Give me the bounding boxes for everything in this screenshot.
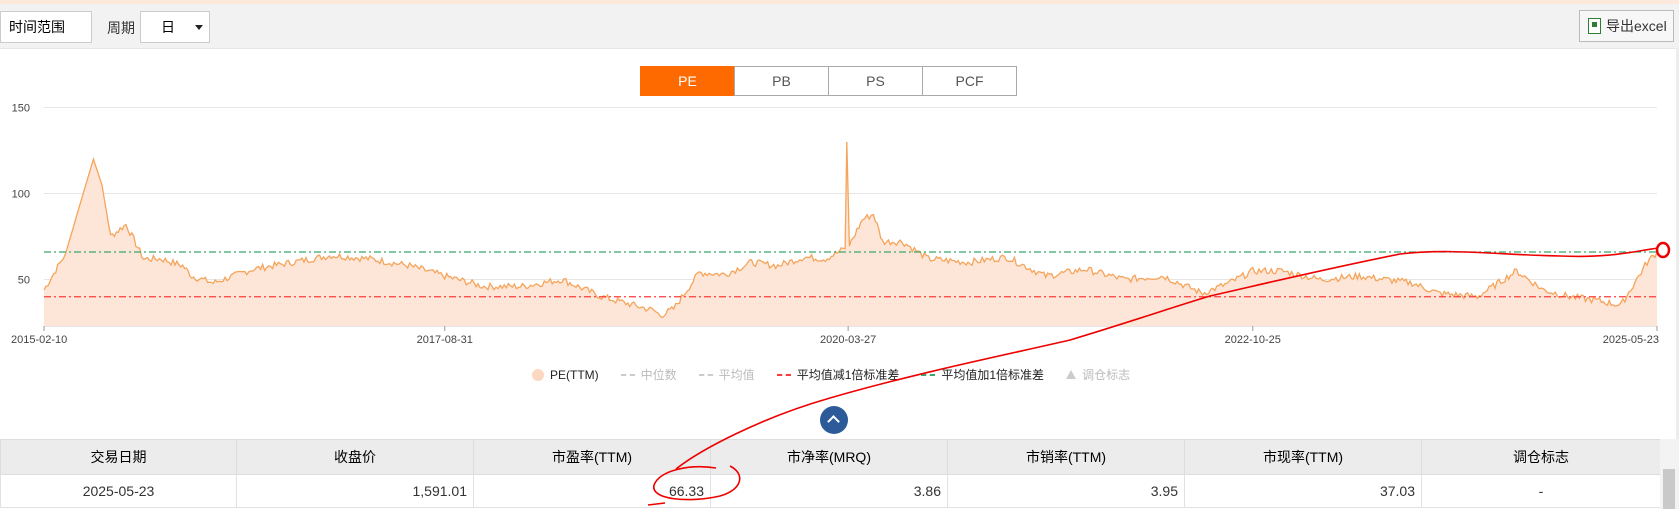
table-cell-pcf: 37.03 <box>1184 474 1422 508</box>
pe-area <box>44 141 1657 326</box>
x-tick-label: 2025-05-23 <box>1603 334 1659 346</box>
legend-item-median[interactable]: 中位数 <box>620 366 677 383</box>
triangle-icon <box>1066 370 1077 379</box>
x-tick-label: 2020-03-27 <box>820 334 876 346</box>
legend-item-pe-ttm[interactable]: PE(TTM) <box>532 368 599 382</box>
column-header[interactable]: 市销率(TTM) <box>947 439 1185 475</box>
legend-item-mean[interactable]: 平均值 <box>698 366 755 383</box>
legend-label: 平均值 <box>718 368 755 382</box>
table-cell-pb: 3.86 <box>710 474 948 508</box>
legend-dash-icon <box>698 373 713 376</box>
y-tick-label: 100 <box>12 188 30 200</box>
legend-dash-icon <box>921 373 936 376</box>
column-header[interactable]: 调仓标志 <box>1421 439 1661 475</box>
legend-dash-icon <box>620 373 635 376</box>
legend-label: 平均值减1倍标准差 <box>796 368 900 382</box>
column-header[interactable]: 市净率(MRQ) <box>710 439 948 475</box>
chart-legend: PE(TTM) 中位数 平均值 平均值减1倍标准差 平均值加1倍标准差 调仓标志 <box>532 366 1152 383</box>
table-cell-ps: 3.95 <box>947 474 1185 508</box>
legend-dash-icon <box>776 373 791 376</box>
table-cell-pe: 66.33 <box>473 474 711 508</box>
x-tick-label: 2015-02-10 <box>11 334 67 346</box>
table-row: 2025-05-23 1,591.01 66.33 3.86 3.95 37.0… <box>0 474 1661 508</box>
table-header-row: 交易日期 收盘价 市盈率(TTM) 市净率(MRQ) 市销率(TTM) 市现率(… <box>0 439 1661 475</box>
column-header[interactable]: 收盘价 <box>236 439 474 475</box>
legend-item-mean-plus-sd[interactable]: 平均值加1倍标准差 <box>921 366 1044 383</box>
collapse-chevron-up-button[interactable] <box>820 406 848 434</box>
legend-item-mean-minus-sd[interactable]: 平均值减1倍标准差 <box>776 366 900 383</box>
column-header[interactable]: 市盈率(TTM) <box>473 439 711 475</box>
legend-item-rebalance[interactable]: 调仓标志 <box>1066 366 1130 383</box>
table-cell-date: 2025-05-23 <box>0 474 237 508</box>
x-tick-label: 2022-10-25 <box>1225 334 1281 346</box>
column-header[interactable]: 交易日期 <box>0 439 237 475</box>
legend-label: PE(TTM) <box>550 367 599 382</box>
scrollbar-thumb[interactable] <box>1663 469 1675 509</box>
column-header[interactable]: 市现率(TTM) <box>1184 439 1422 475</box>
legend-dot-icon <box>532 368 544 381</box>
x-tick-label: 2017-08-31 <box>417 334 473 346</box>
table-cell-close: 1,591.01 <box>236 474 474 508</box>
table-scrollbar[interactable] <box>1660 439 1679 509</box>
y-tick-label: 150 <box>12 102 30 114</box>
legend-label: 调仓标志 <box>1082 368 1131 382</box>
y-tick-label: 50 <box>18 275 30 287</box>
legend-label: 中位数 <box>640 368 677 382</box>
legend-label: 平均值加1倍标准差 <box>941 368 1045 382</box>
table-cell-rebalance: - <box>1421 474 1661 508</box>
valuation-table: 交易日期 收盘价 市盈率(TTM) 市净率(MRQ) 市销率(TTM) 市现率(… <box>0 439 1661 508</box>
